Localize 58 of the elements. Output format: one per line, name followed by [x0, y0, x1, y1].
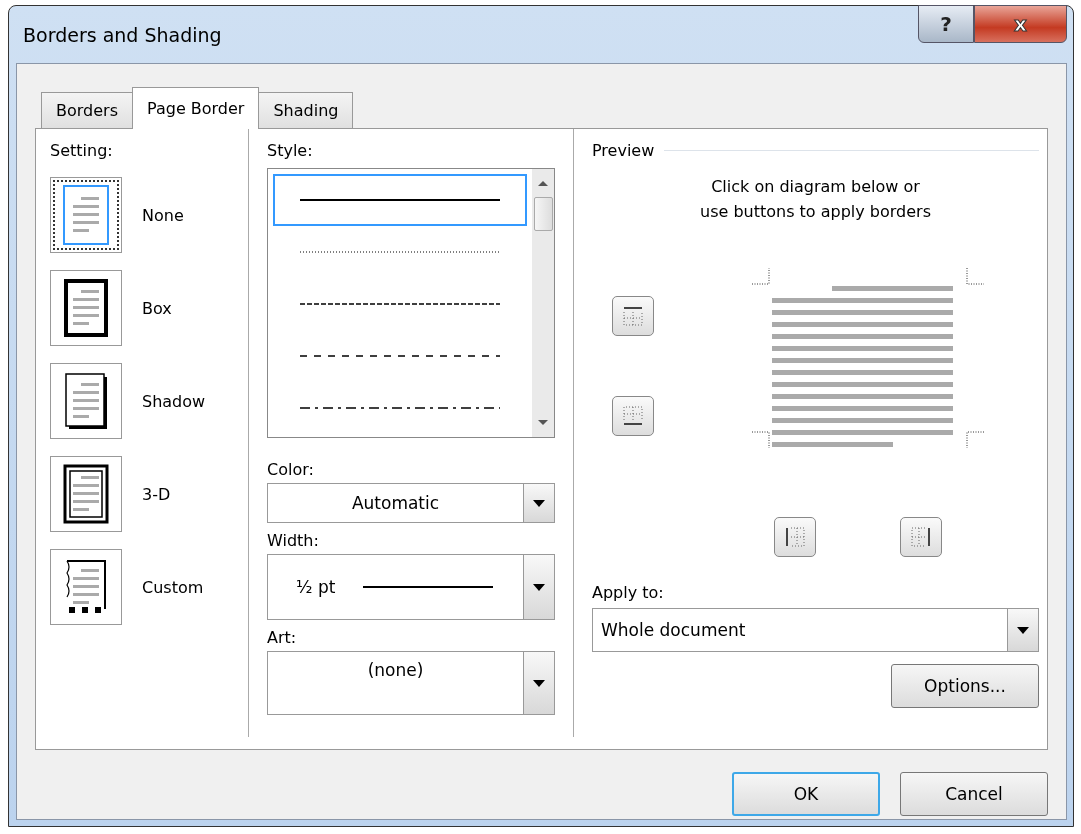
page-border-icon — [63, 278, 109, 338]
caret-icon — [1017, 626, 1029, 634]
setting-option-label: Box — [142, 298, 172, 318]
style-label: Style: — [267, 141, 314, 160]
line-sample-icon — [300, 406, 500, 410]
color-dropdown[interactable]: Automatic — [267, 483, 555, 523]
options-button[interactable]: Options... — [891, 664, 1039, 708]
close-button[interactable]: x — [974, 5, 1067, 43]
right-border-icon — [910, 525, 932, 548]
top-border-icon — [622, 305, 644, 327]
width-label: Width: — [267, 531, 320, 550]
page-border-icon — [63, 464, 109, 524]
setting-option-button[interactable] — [50, 549, 122, 625]
right-border-button[interactable] — [900, 516, 942, 557]
setting-option-button[interactable] — [50, 177, 122, 253]
art-dropdown[interactable]: (none) — [267, 651, 555, 715]
preview-label: Preview — [592, 141, 655, 160]
window-title: Borders and Shading — [23, 24, 222, 46]
scrollbar[interactable] — [532, 169, 554, 437]
apply-to-label: Apply to: — [592, 583, 665, 602]
line-style-option[interactable] — [273, 174, 527, 226]
setting-option-label: Shadow — [142, 391, 206, 411]
page-border-icon — [63, 185, 109, 245]
scroll-down-icon[interactable] — [537, 419, 549, 427]
dialog-button[interactable]: OK — [732, 772, 880, 816]
left-border-button[interactable] — [774, 516, 816, 557]
instruction-text: Click on diagram below or use buttons to apply borders — [699, 176, 932, 223]
dialog-button[interactable]: Cancel — [900, 772, 1048, 816]
bottom-border-button[interactable] — [612, 396, 654, 436]
setting-label: Setting: — [50, 141, 114, 160]
setting-option-label: 3-D — [142, 484, 171, 504]
tab[interactable]: Page Border — [132, 87, 260, 129]
art-label: Art: — [267, 628, 298, 647]
setting-option-button[interactable] — [50, 363, 122, 439]
caret-icon — [533, 583, 545, 591]
line-sample-icon — [363, 586, 494, 588]
scroll-thumb[interactable] — [533, 197, 553, 231]
apply-to-dropdown[interactable]: Whole document — [592, 608, 1039, 652]
setting-option-button[interactable] — [50, 456, 122, 532]
setting-option-label: None — [142, 205, 184, 225]
bottom-border-icon — [622, 405, 644, 427]
top-border-button[interactable] — [612, 296, 654, 336]
setting-option-label: Custom — [142, 577, 204, 597]
tab[interactable]: Shading — [258, 92, 354, 128]
setting-option-button[interactable] — [50, 270, 122, 346]
line-sample-icon — [300, 250, 500, 254]
width-dropdown[interactable]: ½ pt — [267, 554, 555, 620]
caret-icon — [533, 499, 545, 507]
line-sample-icon — [300, 354, 500, 358]
tab[interactable]: Borders — [41, 92, 133, 128]
line-sample-icon — [300, 198, 500, 202]
line-sample-icon — [300, 302, 500, 306]
help-button[interactable]: ? — [918, 5, 974, 43]
caret-icon — [533, 679, 545, 687]
left-border-icon — [784, 525, 806, 548]
page-border-icon — [63, 371, 109, 431]
scroll-up-icon[interactable] — [537, 179, 549, 187]
color-label: Color: — [267, 460, 315, 479]
